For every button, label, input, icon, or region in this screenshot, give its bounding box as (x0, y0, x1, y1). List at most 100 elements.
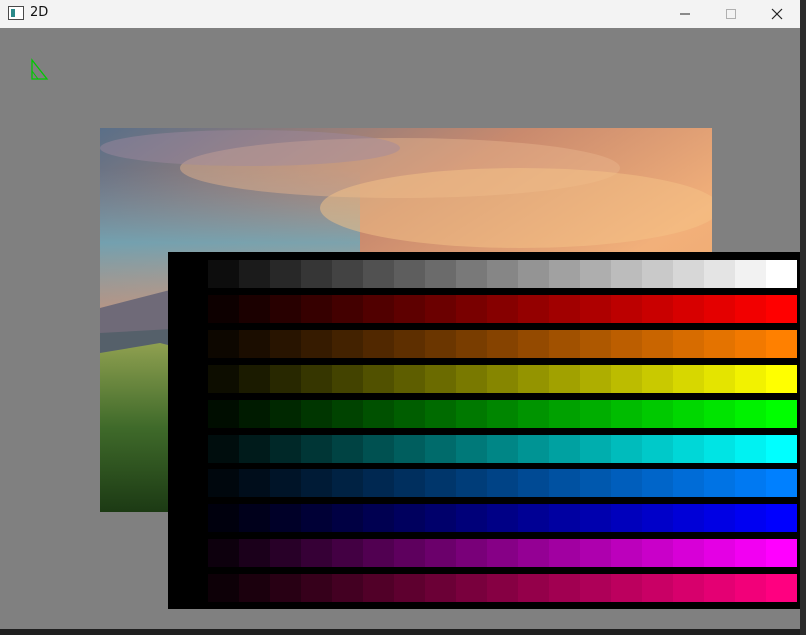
palette-swatch-magenta (208, 539, 239, 567)
palette-swatch-pink (208, 574, 239, 602)
palette-swatch-gray (549, 260, 580, 288)
minimize-button[interactable] (662, 0, 708, 28)
palette-swatch-pink (673, 574, 704, 602)
palette-swatch-magenta (394, 539, 425, 567)
palette-swatch-pink (394, 574, 425, 602)
palette-swatch-pink (549, 574, 580, 602)
palette-swatch-pink (735, 574, 766, 602)
triangle-outline-shape (31, 58, 49, 80)
palette-swatch-magenta (425, 539, 456, 567)
palette-swatch-gray (208, 260, 239, 288)
palette-swatch-orange (394, 330, 425, 358)
palette-swatch-yellow (425, 365, 456, 393)
palette-swatch-magenta (487, 539, 518, 567)
palette-swatch-gray (642, 260, 673, 288)
palette-swatch-cyan (301, 435, 332, 463)
app-icon (8, 6, 24, 20)
palette-swatch-blue (363, 504, 394, 532)
palette-swatch-cyan (673, 435, 704, 463)
palette-swatch-red (270, 295, 301, 323)
palette-swatch-cyan (704, 435, 735, 463)
palette-swatch-gray (673, 260, 704, 288)
palette-swatch-orange (363, 330, 394, 358)
palette-swatch-red (518, 295, 549, 323)
palette-swatch-blue (425, 504, 456, 532)
palette-swatch-orange (642, 330, 673, 358)
palette-swatch-azure (673, 469, 704, 497)
palette-swatch-cyan (425, 435, 456, 463)
palette-swatch-yellow (487, 365, 518, 393)
palette-swatch-red (208, 295, 239, 323)
palette-swatch-azure (239, 469, 270, 497)
palette-swatch-orange (456, 330, 487, 358)
palette-swatch-gray (363, 260, 394, 288)
title-bar[interactable]: 2D (0, 0, 800, 28)
palette-swatch-green (332, 400, 363, 428)
palette-swatch-green (766, 400, 797, 428)
palette-swatch-pink (766, 574, 797, 602)
palette-swatch-red (487, 295, 518, 323)
app-window: 2D (0, 0, 800, 629)
palette-swatch-orange (487, 330, 518, 358)
palette-swatch-pink (456, 574, 487, 602)
palette-swatch-pink (642, 574, 673, 602)
drawing-canvas[interactable] (0, 28, 800, 629)
palette-swatch-red (642, 295, 673, 323)
palette-swatch-magenta (363, 539, 394, 567)
palette-swatch-orange (766, 330, 797, 358)
palette-swatch-pink (611, 574, 642, 602)
palette-swatch-yellow (518, 365, 549, 393)
palette-swatch-yellow (456, 365, 487, 393)
palette-swatch-blue (394, 504, 425, 532)
palette-swatch-yellow (642, 365, 673, 393)
palette-swatch-green (487, 400, 518, 428)
palette-swatch-azure (611, 469, 642, 497)
palette-swatch-green (363, 400, 394, 428)
window-title: 2D (30, 5, 49, 20)
palette-swatch-gray (704, 260, 735, 288)
palette-swatch-gray (456, 260, 487, 288)
palette-swatch-cyan (580, 435, 611, 463)
palette-swatch-azure (208, 469, 239, 497)
palette-swatch-orange (704, 330, 735, 358)
palette-swatch-cyan (208, 435, 239, 463)
palette-swatch-cyan (394, 435, 425, 463)
palette-swatch-blue (735, 504, 766, 532)
maximize-button[interactable] (708, 0, 754, 28)
palette-swatch-gray (301, 260, 332, 288)
palette-swatch-red (456, 295, 487, 323)
palette-swatch-cyan (766, 435, 797, 463)
maximize-icon (726, 9, 736, 19)
palette-swatch-pink (301, 574, 332, 602)
palette-swatch-green (394, 400, 425, 428)
palette-swatch-green (518, 400, 549, 428)
palette-swatch-pink (332, 574, 363, 602)
palette-swatch-gray (394, 260, 425, 288)
close-button[interactable] (754, 0, 800, 28)
palette-swatch-blue (518, 504, 549, 532)
palette-swatch-magenta (301, 539, 332, 567)
palette-swatch-orange (549, 330, 580, 358)
palette-swatch-blue (332, 504, 363, 532)
palette-swatch-azure (394, 469, 425, 497)
palette-swatch-blue (456, 504, 487, 532)
palette-swatch-blue (611, 504, 642, 532)
palette-swatch-azure (270, 469, 301, 497)
palette-swatch-pink (270, 574, 301, 602)
palette-swatch-yellow (735, 365, 766, 393)
palette-swatch-azure (580, 469, 611, 497)
palette-swatch-magenta (704, 539, 735, 567)
palette-swatch-yellow (239, 365, 270, 393)
palette-swatch-cyan (518, 435, 549, 463)
palette-swatch-green (642, 400, 673, 428)
palette-swatch-magenta (270, 539, 301, 567)
palette-swatch-cyan (332, 435, 363, 463)
palette-swatch-blue (766, 504, 797, 532)
palette-swatch-pink (363, 574, 394, 602)
palette-swatch-gray (735, 260, 766, 288)
palette-swatch-green (270, 400, 301, 428)
palette-swatch-magenta (518, 539, 549, 567)
palette-swatch-azure (332, 469, 363, 497)
palette-swatch-red (394, 295, 425, 323)
palette-swatch-cyan (363, 435, 394, 463)
